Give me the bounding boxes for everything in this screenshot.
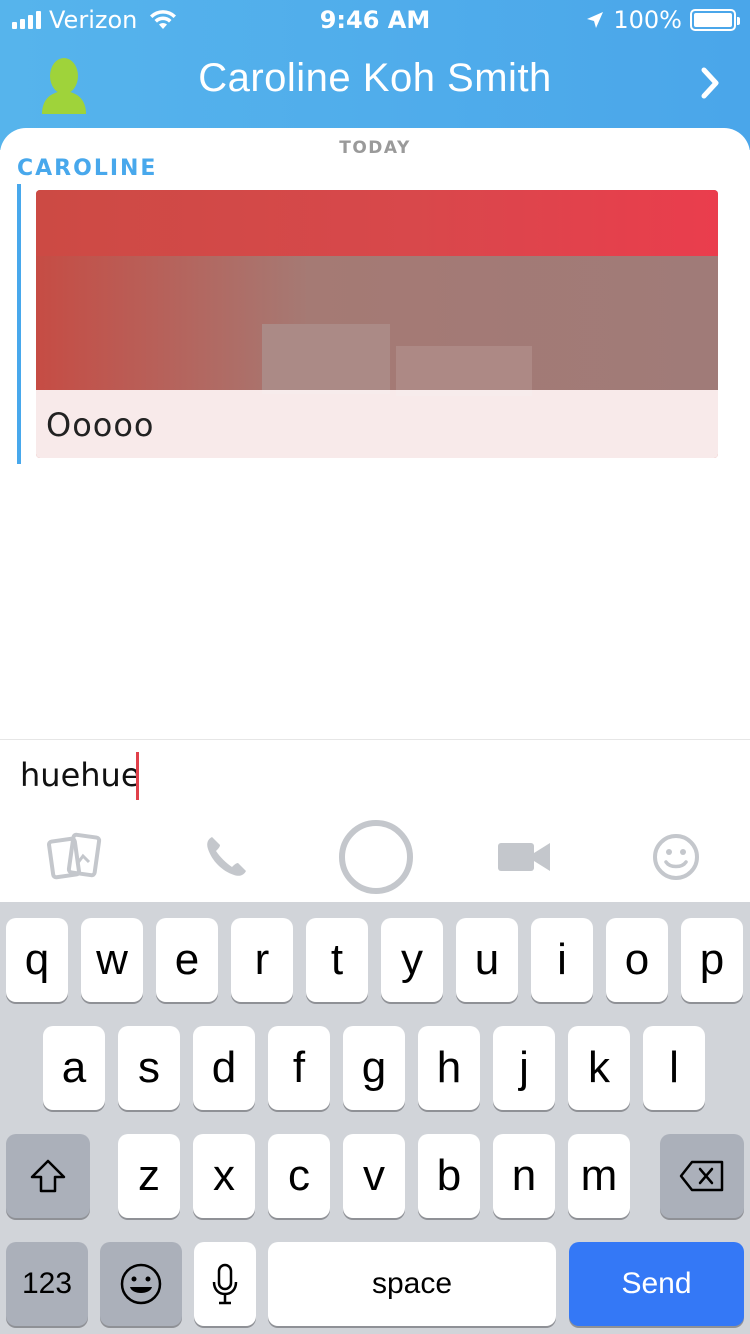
key-v[interactable]: v [343,1134,405,1218]
key-p[interactable]: p [681,918,743,1002]
key-w[interactable]: w [81,918,143,1002]
chat-content: TODAY CAROLINE Ooooo [0,128,750,740]
key-r[interactable]: r [231,918,293,1002]
media-image-region [262,324,390,394]
message-accent-bar [17,184,21,464]
key-f[interactable]: f [268,1026,330,1110]
emoji-keyboard-icon [120,1263,162,1305]
location-arrow-icon [587,12,604,28]
date-label: TODAY [339,138,411,158]
emoji-button[interactable] [646,812,706,902]
message-caption: Ooooo [46,406,155,444]
shift-key[interactable] [6,1134,90,1218]
key-a[interactable]: a [43,1026,105,1110]
key-i[interactable]: i [531,918,593,1002]
key-c[interactable]: c [268,1134,330,1218]
status-right: 100% [585,6,740,34]
backspace-key[interactable] [660,1134,744,1218]
emoji-icon [653,834,699,880]
key-m[interactable]: m [568,1134,630,1218]
video-call-button[interactable] [494,812,554,902]
send-key[interactable]: Send [569,1242,744,1326]
media-image-region [396,346,532,396]
video-icon [498,843,550,871]
contact-name[interactable]: Caroline Koh Smith [0,56,750,101]
composer-divider [0,739,750,740]
emoji-keyboard-key[interactable] [100,1242,182,1326]
shutter-icon [339,820,413,894]
battery-icon [690,9,740,31]
caption-band: Ooooo [36,390,718,458]
key-g[interactable]: g [343,1026,405,1110]
key-d[interactable]: d [193,1026,255,1110]
key-e[interactable]: e [156,918,218,1002]
call-button[interactable] [196,812,256,902]
key-o[interactable]: o [606,918,668,1002]
numbers-key[interactable]: 123 [6,1242,88,1326]
key-b[interactable]: b [418,1134,480,1218]
space-key[interactable]: space [268,1242,556,1326]
key-z[interactable]: z [118,1134,180,1218]
dictation-key[interactable] [194,1242,256,1326]
media-image-region [36,190,718,258]
backspace-icon [679,1160,724,1192]
chevron-right-icon[interactable] [700,66,722,100]
key-n[interactable]: n [493,1134,555,1218]
key-j[interactable]: j [493,1026,555,1110]
keyboard: q w e r t y u i o p a s d f g h j k l z … [0,902,750,1334]
shift-icon [30,1159,66,1193]
memories-icon [47,832,102,880]
status-bar: Verizon 9:46 AM 100% [0,0,750,40]
media-message[interactable]: Ooooo [36,190,718,458]
sender-name: CAROLINE [17,156,158,181]
action-row [0,812,750,902]
text-cursor [136,752,139,800]
key-k[interactable]: k [568,1026,630,1110]
microphone-icon [212,1263,238,1305]
key-t[interactable]: t [306,918,368,1002]
phone-icon [207,837,246,876]
chat-input[interactable]: huehue [20,756,141,794]
key-q[interactable]: q [6,918,68,1002]
key-l[interactable]: l [643,1026,705,1110]
memories-button[interactable] [40,812,110,902]
key-h[interactable]: h [418,1026,480,1110]
key-s[interactable]: s [118,1026,180,1110]
battery-percent: 100% [613,6,682,34]
key-y[interactable]: y [381,918,443,1002]
camera-shutter-button[interactable] [336,812,416,902]
key-x[interactable]: x [193,1134,255,1218]
key-u[interactable]: u [456,918,518,1002]
